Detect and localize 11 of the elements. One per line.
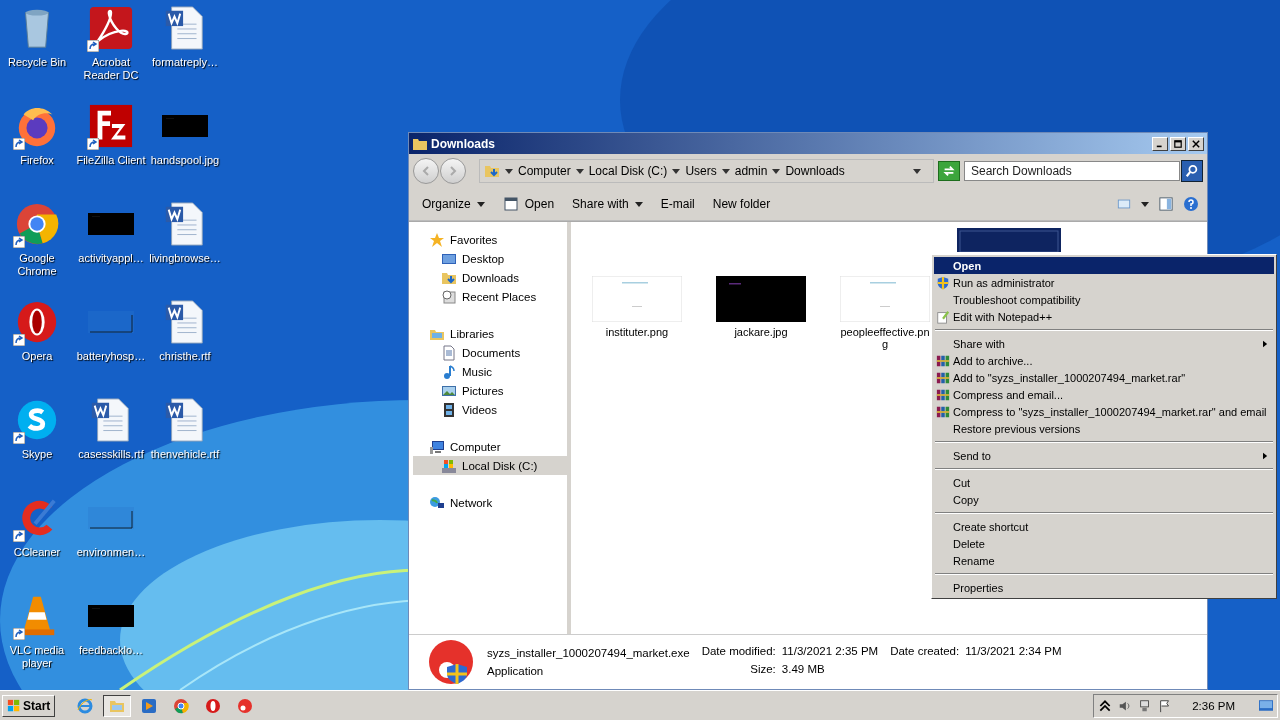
installer-app-icon[interactable] <box>237 697 254 714</box>
flag-icon[interactable] <box>1158 698 1173 713</box>
chrome-icon[interactable] <box>173 697 190 714</box>
desktop-icon <box>1259 700 1273 711</box>
taskbar-button[interactable] <box>103 694 132 717</box>
chevron-up-icon[interactable] <box>1098 698 1113 713</box>
opera-icon[interactable] <box>205 697 222 714</box>
media-player-icon[interactable] <box>141 697 158 714</box>
clock[interactable]: 2:36 PM <box>1192 699 1235 712</box>
start-button[interactable]: Start <box>2 694 56 717</box>
windows-logo-icon <box>7 698 21 713</box>
